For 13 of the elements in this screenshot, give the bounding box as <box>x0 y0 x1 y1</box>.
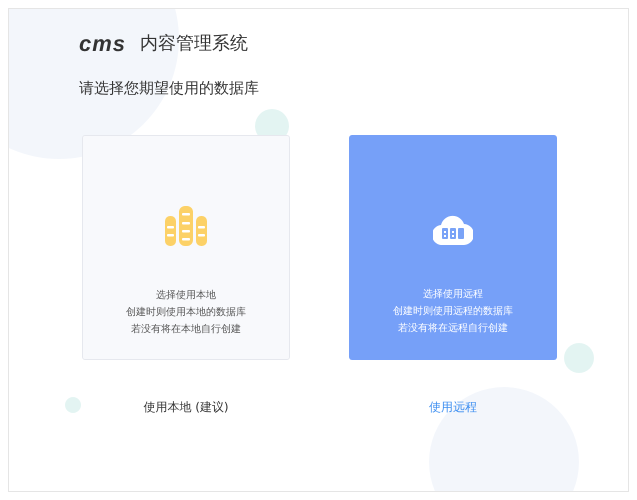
option-description: 创建时则使用远程的数据库 <box>393 304 513 318</box>
option-description: 创建时则使用本地的数据库 <box>126 306 246 320</box>
cloud-server-icon <box>433 214 473 244</box>
database-option-card[interactable]: 选择使用本地 创建时则使用本地的数据库 若没有将在本地自行创建 <box>82 134 290 360</box>
option-description: 若没有将在本地自行创建 <box>131 322 241 336</box>
prompt-text: 请选择您期望使用的数据库 <box>79 78 260 99</box>
option-description: 选择使用远程 <box>423 288 483 302</box>
logo: cms <box>79 30 126 58</box>
app-title: 内容管理系统 <box>140 32 248 56</box>
option-description: 若没有将在远程自行创建 <box>398 322 508 336</box>
use-database-button[interactable]: 使用本地 (建议) <box>143 398 229 416</box>
server-rack-icon <box>165 206 207 246</box>
option-description: 选择使用本地 <box>156 288 216 302</box>
